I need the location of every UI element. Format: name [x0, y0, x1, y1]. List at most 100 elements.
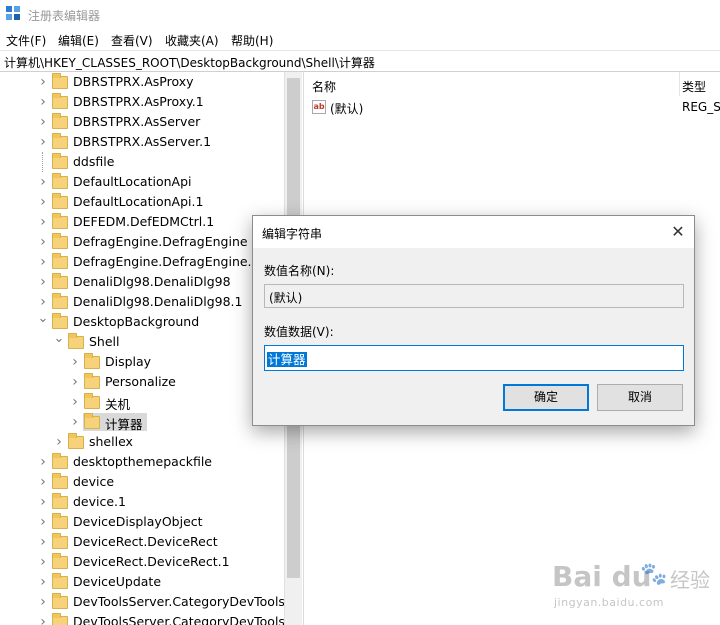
tree-item[interactable]: › DBRSTPRX.AsServer — [0, 112, 284, 132]
tree-item[interactable]: › DBRSTPRX.AsProxy.1 — [0, 92, 284, 112]
folder-icon — [52, 113, 68, 129]
chevron-right-icon[interactable]: › — [69, 395, 81, 409]
value-data-input[interactable]: 计算器 — [264, 345, 684, 371]
ok-button[interactable]: 确定 — [503, 384, 589, 411]
tree-item[interactable]: › shellex — [0, 432, 284, 452]
chevron-right-icon[interactable]: › — [37, 235, 49, 249]
chevron-right-icon[interactable]: › — [37, 175, 49, 189]
tree-item[interactable]: › DeviceRect.DeviceRect — [0, 532, 284, 552]
registry-key-tree[interactable]: › DBRSTPRX.AsProxy › DBRSTPRX.AsProxy.1 › DBR… — [0, 72, 284, 625]
chevron-down-icon[interactable]: ⌄ — [53, 332, 65, 346]
cancel-button[interactable]: 取消 — [597, 384, 683, 411]
tree-item-label: DBRSTPRX.AsProxy.1 — [73, 94, 204, 109]
chevron-right-icon[interactable]: › — [37, 455, 49, 469]
chevron-right-icon[interactable]: › — [37, 275, 49, 289]
tree-item[interactable]: › 计算器 — [0, 412, 284, 432]
tree-item[interactable]: › DEFEDM.DefEDMCtrl.1 — [0, 212, 284, 232]
chevron-right-icon[interactable]: › — [37, 295, 49, 309]
chevron-right-icon[interactable]: › — [69, 375, 81, 389]
folder-icon — [52, 533, 68, 549]
chevron-right-icon[interactable]: › — [37, 115, 49, 129]
menu-help[interactable]: 帮助(H) — [231, 32, 273, 49]
tree-item-label: DevToolsServer.CategoryDevTools.1 — [73, 614, 284, 625]
chevron-right-icon[interactable]: › — [69, 415, 81, 429]
chevron-right-icon[interactable]: › — [37, 195, 49, 209]
chevron-down-icon[interactable]: ⌄ — [37, 312, 49, 326]
column-header-type[interactable]: 类型 — [682, 72, 706, 96]
chevron-right-icon[interactable]: › — [37, 75, 49, 89]
tree-item[interactable]: › Display — [0, 352, 284, 372]
folder-icon — [84, 393, 100, 409]
chevron-right-icon[interactable]: › — [37, 595, 49, 609]
tree-item[interactable]: ddsfile — [0, 152, 284, 172]
tree-item[interactable]: › device — [0, 472, 284, 492]
chevron-right-icon[interactable]: › — [37, 255, 49, 269]
chevron-right-icon[interactable]: › — [37, 95, 49, 109]
tree-item-label: shellex — [89, 434, 133, 449]
folder-icon — [84, 353, 100, 369]
tree-item[interactable]: › DeviceRect.DeviceRect.1 — [0, 552, 284, 572]
chevron-right-icon[interactable]: › — [37, 515, 49, 529]
folder-icon — [52, 453, 68, 469]
tree-item[interactable]: › DeviceUpdate — [0, 572, 284, 592]
tree-item[interactable]: ⌄ Shell — [0, 332, 284, 352]
tree-item[interactable]: › DenaliDlg98.DenaliDlg98.1 — [0, 292, 284, 312]
chevron-right-icon[interactable]: › — [69, 355, 81, 369]
folder-icon — [52, 573, 68, 589]
folder-icon — [52, 593, 68, 609]
menu-file[interactable]: 文件(F) — [6, 32, 46, 49]
tree-item[interactable]: › DBRSTPRX.AsServer.1 — [0, 132, 284, 152]
tree-item-label: DenaliDlg98.DenaliDlg98 — [73, 274, 231, 289]
chevron-right-icon[interactable]: › — [37, 535, 49, 549]
paw-icon: 🐾 — [640, 562, 668, 587]
tree-item[interactable]: › Personalize — [0, 372, 284, 392]
tree-item-label: DEFEDM.DefEDMCtrl.1 — [73, 214, 215, 229]
menu-view[interactable]: 查看(V) — [111, 32, 153, 49]
chevron-right-icon[interactable]: › — [37, 555, 49, 569]
chevron-right-icon[interactable]: › — [37, 575, 49, 589]
tree-item-label: DefaultLocationApi.1 — [73, 194, 204, 209]
value-data-text[interactable]: 计算器 — [267, 352, 307, 367]
close-icon[interactable]: ✕ — [665, 220, 691, 244]
tree-item[interactable]: › DefaultLocationApi — [0, 172, 284, 192]
tree-item[interactable]: › DefragEngine.DefragEngine.1 — [0, 252, 284, 272]
chevron-right-icon[interactable]: › — [37, 475, 49, 489]
value-row[interactable]: ab (默认) REG_SZ — [304, 98, 720, 118]
tree-item[interactable]: ⌄ DesktopBackground — [0, 312, 284, 332]
chevron-right-icon[interactable]: › — [37, 215, 49, 229]
tree-item[interactable]: › 关机 — [0, 392, 284, 412]
tree-item[interactable]: › DeviceDisplayObject — [0, 512, 284, 532]
value-name-field: (默认) — [264, 284, 684, 308]
address-path[interactable]: 计算机\HKEY_CLASSES_ROOT\DesktopBackground\… — [4, 54, 375, 71]
tree-item[interactable]: › DevToolsServer.CategoryDevTools — [0, 592, 284, 612]
column-separator[interactable] — [679, 72, 680, 96]
tree-item[interactable]: › DBRSTPRX.AsProxy — [0, 72, 284, 92]
tree-item-label: DBRSTPRX.AsProxy — [73, 74, 194, 89]
chevron-right-icon[interactable]: › — [37, 135, 49, 149]
chevron-right-icon[interactable]: › — [53, 435, 65, 449]
value-data-label: 数值数据(V): — [264, 325, 334, 339]
tree-item-label: DefaultLocationApi — [73, 174, 192, 189]
menu-favorites[interactable]: 收藏夹(A) — [165, 32, 219, 49]
folder-icon — [52, 513, 68, 529]
menu-edit[interactable]: 编辑(E) — [58, 32, 99, 49]
tree-item-label: desktopthemepackfile — [73, 454, 212, 469]
dialog-titlebar[interactable]: 编辑字符串 ✕ — [253, 216, 694, 248]
tree-item[interactable]: › device.1 — [0, 492, 284, 512]
folder-icon — [68, 433, 84, 449]
folder-icon — [52, 153, 68, 169]
address-bar[interactable]: 计算机\HKEY_CLASSES_ROOT\DesktopBackground\… — [0, 50, 720, 72]
column-header-name[interactable]: 名称 — [312, 72, 336, 96]
watermark-logo: Bai du — [552, 560, 652, 593]
chevron-right-icon[interactable]: › — [37, 495, 49, 509]
tree-item[interactable]: › desktopthemepackfile — [0, 452, 284, 472]
tree-item[interactable]: › DenaliDlg98.DenaliDlg98 — [0, 272, 284, 292]
tree-item-label: ddsfile — [73, 154, 115, 169]
tree-item-label: DenaliDlg98.DenaliDlg98.1 — [73, 294, 243, 309]
menu-bar: 文件(F) 编辑(E) 查看(V) 收藏夹(A) 帮助(H) — [0, 28, 720, 50]
folder-icon — [52, 173, 68, 189]
chevron-right-icon[interactable]: › — [37, 615, 49, 625]
tree-item[interactable]: › DefragEngine.DefragEngine — [0, 232, 284, 252]
tree-item[interactable]: › DevToolsServer.CategoryDevTools.1 — [0, 612, 284, 625]
tree-item[interactable]: › DefaultLocationApi.1 — [0, 192, 284, 212]
